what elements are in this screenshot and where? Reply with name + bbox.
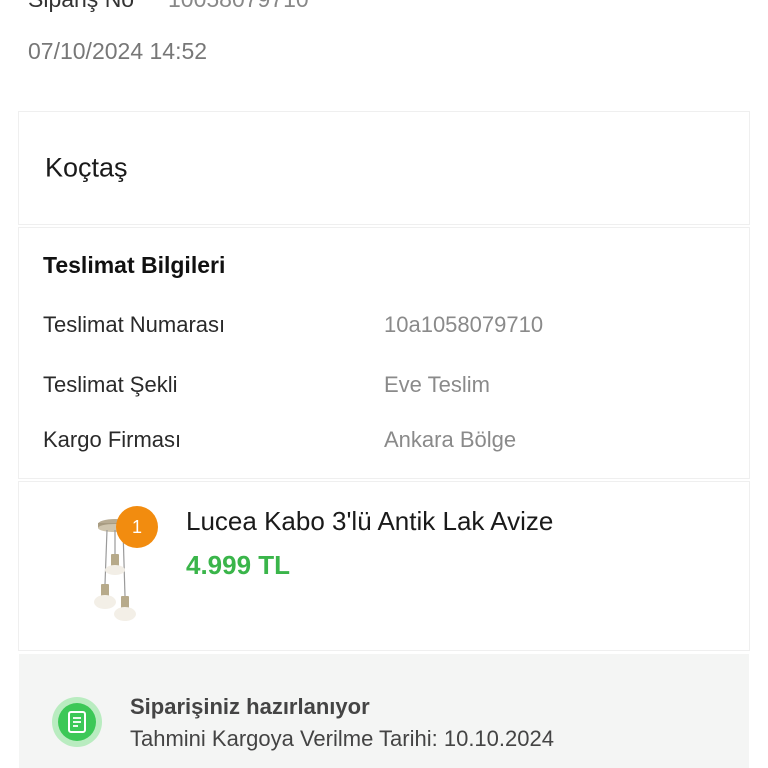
order-number-row: Sipariş No 10058079710 [28,0,748,12]
order-detail-page: Sipariş No 10058079710 07/10/2024 14:52 … [0,0,768,768]
document-icon [52,697,102,747]
delivery-method-label: Teslimat Şekli [43,372,178,397]
seller-card[interactable]: Koçtaş [19,112,749,224]
cargo-company-value: Ankara Bölge [384,427,517,452]
delivery-method-row: Teslimat Şekli Eve Teslim [43,372,733,398]
order-status-card: Siparişiniz hazırlanıyor Tahmini Kargoya… [19,654,749,768]
delivery-number-value: 10a1058079710 [384,312,544,337]
product-price: 4.999 TL [186,550,291,580]
product-card[interactable]: 1 Lucea Kabo 3'lü Antik Lak Avize 4.999 … [19,482,749,650]
delivery-method-value: Eve Teslim [384,372,490,397]
order-number-value: 10058079710 [168,0,309,13]
cargo-company-row: Kargo Firması Ankara Bölge [43,427,733,453]
delivery-number-row: Teslimat Numarası 10a1058079710 [43,312,733,338]
order-header: Sipariş No 10058079710 07/10/2024 14:52 [28,0,748,65]
status-estimated-date: Tahmini Kargoya Verilme Tarihi: 10.10.20… [130,726,554,751]
delivery-info-title: Teslimat Bilgileri [43,252,226,278]
delivery-number-label: Teslimat Numarası [43,312,226,337]
delivery-info-card: Teslimat Bilgileri Teslimat Numarası 10a… [19,228,749,478]
order-number-label: Sipariş No [28,0,168,13]
status-title: Siparişiniz hazırlanıyor [130,694,370,719]
product-name[interactable]: Lucea Kabo 3'lü Antik Lak Avize [186,506,553,537]
cargo-company-label: Kargo Firması [43,427,182,452]
order-date: 07/10/2024 14:52 [28,38,208,64]
quantity-badge: 1 [116,506,158,548]
seller-name: Koçtaş [45,152,128,183]
